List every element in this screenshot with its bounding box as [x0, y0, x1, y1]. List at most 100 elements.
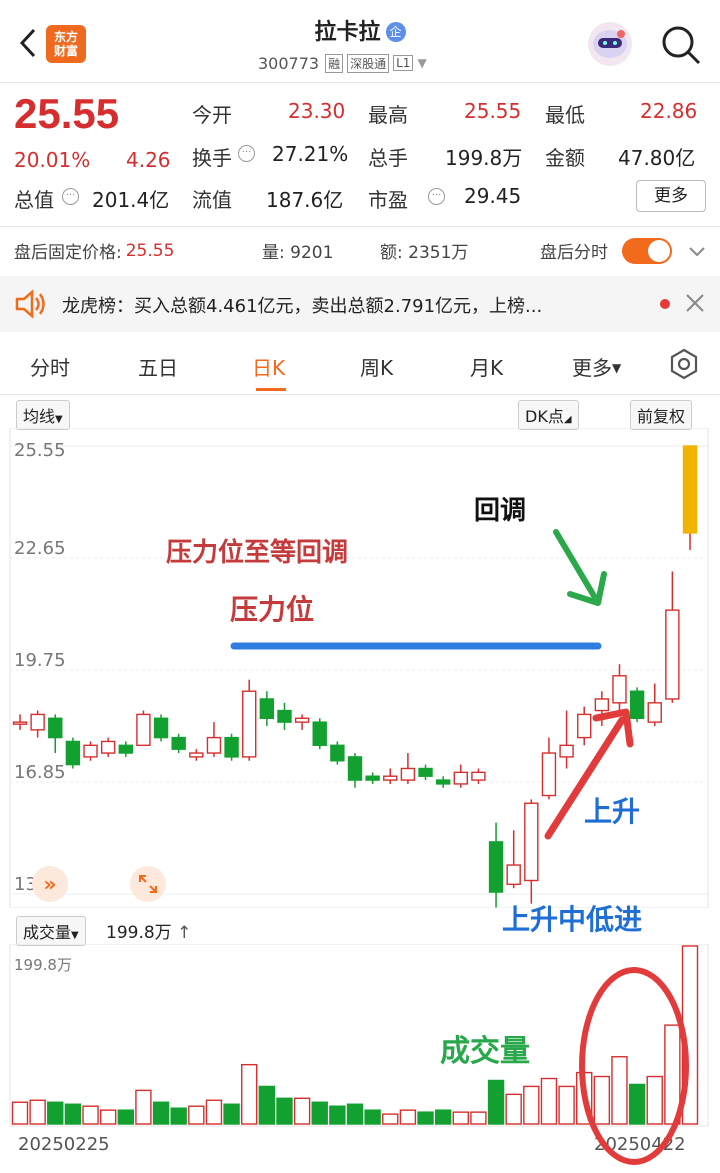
candle-body: [682, 445, 698, 534]
total-value-label: 总值: [14, 188, 54, 212]
tab-more-label: 更多: [572, 356, 612, 380]
stock-name: 拉卡拉: [314, 20, 381, 45]
candle: [488, 822, 504, 908]
volume-chart[interactable]: 199.8万: [0, 944, 720, 1128]
candle-body: [629, 690, 645, 719]
candle: [559, 710, 574, 769]
candle: [100, 737, 116, 757]
volume-bar: [505, 1093, 522, 1125]
info-icon[interactable]: ···: [428, 188, 445, 205]
candle: [65, 737, 81, 769]
candle-body: [330, 744, 345, 762]
candle: [435, 776, 451, 788]
candle-body: [30, 713, 45, 731]
tab-intraday[interactable]: 分时: [30, 352, 70, 381]
close-icon[interactable]: [684, 292, 706, 314]
tab-more[interactable]: 更多▼: [572, 352, 621, 381]
volume-bar: [152, 1101, 170, 1125]
change-percent: 20.01%: [14, 148, 91, 172]
candle-body: [224, 736, 239, 758]
tab-daily-k[interactable]: 日K: [252, 352, 285, 381]
chevron-down-icon[interactable]: [686, 240, 708, 262]
volume-bar: [223, 1103, 240, 1125]
candle: [594, 691, 610, 726]
candle-body: [83, 744, 98, 758]
y-tick-label: 19.75: [14, 650, 66, 671]
volume-bar: [540, 1077, 558, 1125]
adjust-selector[interactable]: 前复权: [630, 400, 693, 430]
candle-body: [171, 736, 186, 750]
volume-bar: [329, 1105, 346, 1125]
volume-bar: [276, 1097, 293, 1125]
candle-body: [418, 767, 433, 777]
volume-indicator-selector[interactable]: 成交量▼: [16, 916, 86, 946]
ma-selector[interactable]: 均线▼: [16, 400, 70, 430]
turnover-label: 换手: [192, 146, 232, 170]
info-icon[interactable]: ···: [62, 188, 79, 205]
candle: [612, 664, 627, 715]
candle: [277, 702, 292, 730]
candle-body: [100, 740, 116, 754]
candle-body: [206, 736, 222, 754]
candle: [629, 687, 645, 723]
more-button[interactable]: 更多: [636, 180, 706, 212]
candlestick-chart[interactable]: 25.5522.6519.7516.8513.95: [0, 428, 720, 908]
candle: [647, 683, 662, 726]
robot-avatar[interactable]: [588, 22, 632, 66]
volume-hands-label: 总手: [368, 146, 408, 170]
y-tick-label: 16.85: [14, 762, 66, 783]
candle-body: [259, 698, 275, 719]
high-value: 25.55: [464, 99, 522, 123]
volume-bar: [117, 1109, 134, 1125]
candle-body: [383, 775, 398, 781]
candle-body: [612, 675, 627, 704]
volume-bar: [188, 1105, 205, 1125]
dropdown-triangle-icon[interactable]: ▼: [417, 56, 426, 70]
candle: [30, 710, 45, 738]
unread-dot: [660, 299, 670, 309]
tab-five-day[interactable]: 五日: [138, 352, 178, 381]
ma-label: 均线: [23, 407, 56, 426]
candle: [682, 445, 698, 550]
chart-frame: [9, 428, 709, 908]
after-hours-toggle[interactable]: [622, 238, 672, 264]
candle: [312, 718, 327, 750]
search-icon[interactable]: [660, 24, 702, 66]
volume-value-text: 199.8万: [106, 923, 172, 943]
volume-bar: [487, 1079, 505, 1125]
candle: [541, 737, 557, 800]
expand-left-icon[interactable]: »: [32, 866, 68, 902]
candle-body: [577, 713, 592, 739]
volume-bar: [417, 1111, 434, 1125]
volume-bar: [593, 1075, 611, 1125]
notice-text[interactable]: 龙虎榜：买入总额4.461亿元，卖出总额2.791亿元，上榜...: [62, 292, 642, 318]
float-value: 187.6亿: [266, 188, 344, 212]
candle-body: [189, 752, 204, 758]
info-icon[interactable]: ···: [238, 145, 255, 162]
dk-point-toggle[interactable]: DK点◢: [518, 400, 579, 430]
pe-label: 市盈: [368, 188, 408, 212]
tab-weekly-k[interactable]: 周K: [360, 352, 393, 381]
volume-bar: [558, 1085, 575, 1125]
candle: [665, 571, 680, 703]
volume-bar: [241, 1063, 258, 1125]
annotation-rise: 上升: [584, 795, 641, 828]
candle: [347, 753, 363, 788]
candle-body: [506, 864, 521, 886]
annotation-rise-low-entry: 上升中低进: [502, 903, 643, 936]
candle-body: [347, 756, 363, 781]
fullscreen-icon[interactable]: [130, 866, 166, 902]
annotation-volume: 成交量: [440, 1034, 530, 1069]
candle-body: [294, 717, 310, 723]
candle-body: [541, 752, 557, 797]
volume-bar: [293, 1097, 311, 1125]
amount-label: 金额: [545, 146, 585, 170]
after-hours-row: 盘后固定价格: 25.55: [14, 238, 174, 264]
volume-bar: [135, 1089, 152, 1125]
tab-monthly-k[interactable]: 月K: [470, 352, 503, 381]
settings-gear-icon[interactable]: [668, 348, 700, 380]
volume-bar: [382, 1113, 399, 1125]
candle-body: [365, 775, 380, 781]
volume-axis-max: 199.8万: [14, 956, 72, 974]
annotation-resistance-retrace: 压力位至等回调: [166, 538, 349, 568]
